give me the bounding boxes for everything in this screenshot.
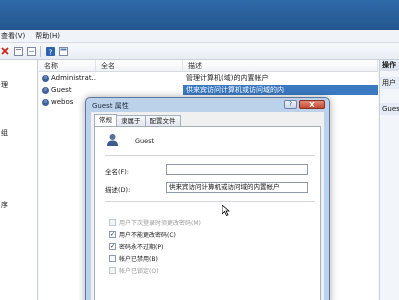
- tab-general[interactable]: 常规: [94, 114, 117, 126]
- console-tree: 理 组 序: [0, 60, 38, 300]
- svg-text:?: ?: [48, 48, 52, 56]
- must-change-password-checkbox: [109, 219, 116, 226]
- row-description-cell: 管理计算机(域)的内置帐户: [186, 74, 269, 82]
- user-icon: [42, 86, 49, 94]
- divider: [105, 155, 315, 156]
- user-name: webos: [51, 98, 74, 106]
- delete-icon[interactable]: [0, 46, 10, 56]
- account-locked-checkbox: [109, 267, 116, 274]
- column-header-name[interactable]: 名称: [39, 60, 96, 71]
- user-name: Administrat...: [51, 74, 96, 82]
- tree-item[interactable]: [0, 187, 37, 199]
- tab-profile[interactable]: 配置文件: [144, 115, 181, 126]
- show-hide-pane-icon[interactable]: [58, 46, 68, 56]
- close-button[interactable]: X: [299, 100, 325, 109]
- checkbox-label: 用户下次登录时须更改密码(M): [119, 220, 201, 227]
- tree-item[interactable]: 组: [0, 127, 37, 139]
- row-name-cell: Guest: [39, 86, 96, 94]
- actions-group-users[interactable]: 用户: [380, 77, 399, 89]
- table-row[interactable]: Administrat... 管理计算机(域)的内置帐户: [39, 72, 378, 84]
- tree-item[interactable]: [0, 115, 37, 127]
- guest-properties-dialog: Guest 属性 ? X 常规 隶属于 配置文件 Guest 全名(F): 描述…: [85, 97, 330, 300]
- dialog-tabs: 常规 隶属于 配置文件: [94, 114, 181, 126]
- user-icon: [42, 74, 49, 82]
- row-description-cell: 供来宾访问计算机或访问域的内: [183, 85, 378, 95]
- user-name-heading: Guest: [135, 137, 155, 145]
- user-icon: [42, 98, 49, 106]
- fullname-field[interactable]: [166, 164, 308, 175]
- list-header: 名称 全名 描述: [39, 60, 378, 72]
- password-never-expires-option[interactable]: ✓ 密码永不过期(P): [109, 242, 163, 251]
- account-disabled-option[interactable]: 帐户已禁用(B): [109, 254, 158, 263]
- menu-help[interactable]: 帮助(H): [35, 31, 60, 41]
- tree-item[interactable]: 序: [0, 199, 37, 211]
- tree-item[interactable]: [0, 151, 37, 163]
- properties-icon[interactable]: [13, 46, 23, 56]
- help-icon[interactable]: ?: [45, 46, 55, 56]
- dialog-title: Guest 属性: [92, 102, 129, 110]
- column-header-fullname[interactable]: 全名: [96, 60, 183, 71]
- actions-pane: 操作 用户 Guest: [379, 60, 399, 300]
- tree-item[interactable]: 理: [0, 79, 37, 91]
- description-field[interactable]: 供来宾访问计算机或访问域的内置帐户: [166, 182, 308, 193]
- tree-item[interactable]: [0, 139, 37, 151]
- actions-header: 操作: [380, 60, 399, 71]
- tree-item[interactable]: [0, 91, 37, 103]
- description-label: 描述(D):: [105, 186, 131, 194]
- column-header-description[interactable]: 描述: [183, 60, 378, 71]
- account-locked-option: 帐户已锁定(O): [109, 266, 158, 275]
- menubar: 查看(V) 帮助(H): [0, 30, 399, 43]
- tree-item[interactable]: [0, 163, 37, 175]
- divider: [105, 201, 315, 202]
- cannot-change-password-checkbox[interactable]: ✓: [109, 231, 116, 238]
- checkbox-label: 密码永不过期(P): [119, 244, 164, 251]
- checkbox-label: 帐户已锁定(O): [119, 268, 159, 275]
- window-titlebar: [0, 0, 399, 30]
- cannot-change-password-option[interactable]: ✓ 用户不能更改密码(C): [109, 230, 176, 239]
- user-name: Guest: [51, 86, 72, 94]
- text-cursor-icon: [221, 204, 231, 218]
- password-never-expires-checkbox[interactable]: ✓: [109, 243, 116, 250]
- actions-group-guest[interactable]: Guest: [380, 103, 399, 115]
- fullname-label: 全名(F):: [105, 168, 130, 176]
- table-row[interactable]: Guest 供来宾访问计算机或访问域的内: [39, 84, 378, 96]
- dialog-body: 常规 隶属于 配置文件 Guest 全名(F): 描述(D): 供来宾访问计算机…: [91, 112, 324, 300]
- tree-item[interactable]: [0, 175, 37, 187]
- must-change-password-option: 用户下次登录时须更改密码(M): [109, 218, 201, 227]
- tab-member-of[interactable]: 隶属于: [116, 115, 146, 126]
- checkbox-label: 用户不能更改密码(C): [119, 232, 176, 239]
- help-button[interactable]: ?: [284, 100, 297, 109]
- toolbar-separator: [40, 45, 41, 57]
- general-tab-panel: Guest 全名(F): 描述(D): 供来宾访问计算机或访问域的内置帐户 用户…: [94, 126, 321, 300]
- dialog-controls: ? X: [284, 100, 325, 109]
- user-avatar-icon: [106, 133, 119, 147]
- toolbar: ?: [0, 43, 399, 60]
- menu-view[interactable]: 查看(V): [1, 31, 25, 41]
- tree-item[interactable]: [0, 103, 37, 115]
- refresh-icon[interactable]: [26, 46, 36, 56]
- row-name-cell: Administrat...: [39, 74, 96, 82]
- account-disabled-checkbox[interactable]: [109, 255, 116, 262]
- checkbox-label: 帐户已禁用(B): [119, 256, 158, 263]
